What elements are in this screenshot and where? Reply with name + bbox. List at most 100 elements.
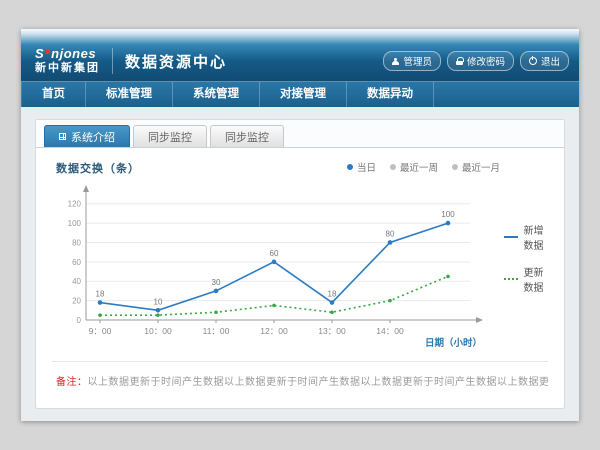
tab-sync-monitor-1[interactable]: 同步监控: [133, 125, 207, 147]
filter-dot-icon: [452, 164, 458, 170]
y-tick-label: 0: [77, 316, 82, 325]
main-panel: 系统介绍 同步监控 同步监控 数据交换（条） 当日: [35, 119, 565, 409]
data-point: [214, 289, 219, 294]
series-legend: 新增数据 更新数据: [498, 180, 546, 355]
legend-update-data[interactable]: 更新数据: [504, 264, 546, 294]
data-point: [446, 275, 450, 279]
tab-sync-monitor-2-label: 同步监控: [225, 129, 269, 145]
data-point: [446, 221, 451, 226]
logo-red-dot-icon: [45, 49, 50, 54]
data-point: [330, 300, 335, 305]
power-icon: [529, 57, 537, 65]
data-point: [98, 300, 103, 305]
change-password-button[interactable]: 修改密码: [447, 51, 514, 71]
legend-new-data-label: 新增数据: [524, 222, 547, 252]
change-password-label: 修改密码: [467, 54, 505, 68]
filter-dot-icon: [390, 164, 396, 170]
filter-last-month[interactable]: 最近一月: [452, 160, 500, 174]
nav-item-connect-mgmt[interactable]: 对接管理: [260, 82, 347, 107]
x-tick-label: 10：00: [144, 326, 172, 336]
chart-header: 数据交换（条） 当日 最近一周 最近一月: [56, 160, 546, 176]
data-point: [156, 308, 161, 313]
header-divider: [112, 48, 113, 74]
app-window: Snjones 新中新集团 数据资源中心 管理员 修改密码 退出 首页 标准管理…: [21, 29, 579, 421]
footnote-prefix: 备注：: [56, 377, 88, 388]
data-point-label: 100: [441, 210, 455, 219]
content-area: 系统介绍 同步监控 同步监控 数据交换（条） 当日: [21, 107, 579, 421]
admin-button-label: 管理员: [403, 54, 432, 68]
line-chart-svg: 0 20 40 60 80 100 120 9：00 10：00 11：00 12：00 13：00 1…: [56, 180, 498, 350]
series-line-0: [100, 223, 448, 310]
dotted-line-icon: [504, 278, 518, 280]
y-tick-label: 60: [72, 258, 81, 267]
legend-new-data[interactable]: 新增数据: [504, 222, 546, 252]
y-tick-label: 80: [72, 238, 81, 247]
filter-today-label: 当日: [357, 160, 376, 174]
y-tick-label: 40: [72, 277, 81, 286]
data-point: [272, 260, 277, 265]
y-tick-label: 100: [68, 219, 82, 228]
x-axis-title: 日期（小时）: [425, 337, 482, 349]
header-actions: 管理员 修改密码 退出: [383, 51, 569, 71]
filter-last-week[interactable]: 最近一周: [390, 160, 438, 174]
tab-system-intro[interactable]: 系统介绍: [44, 125, 130, 147]
admin-button[interactable]: 管理员: [383, 51, 441, 71]
data-point: [330, 310, 334, 314]
line-chart: 0 20 40 60 80 100 120 9：00 10：00 11：00 12：00 13：00 1…: [56, 180, 498, 355]
data-point-label: 18: [96, 290, 105, 299]
chart-filters: 当日 最近一周 最近一月: [347, 160, 546, 174]
nav-item-home[interactable]: 首页: [21, 82, 86, 107]
filter-today[interactable]: 当日: [347, 160, 376, 174]
footnote-text: 以上数据更新于时间产生数据以上数据更新于时间产生数据以上数据更新于时间产生数据以…: [88, 377, 549, 388]
logo-brand: Snjones: [35, 47, 100, 60]
logout-button[interactable]: 退出: [520, 51, 569, 71]
filter-last-month-label: 最近一月: [462, 160, 500, 174]
nav-item-standard-mgmt[interactable]: 标准管理: [86, 82, 173, 107]
lock-icon: [456, 57, 463, 65]
logo-company-name: 新中新集团: [35, 63, 100, 74]
x-tick-label: 11：00: [203, 326, 230, 336]
footnote: 备注：以上数据更新于时间产生数据以上数据更新于时间产生数据以上数据更新于时间产生…: [52, 361, 548, 399]
solid-line-icon: [504, 236, 518, 238]
data-point-label: 10: [154, 297, 163, 306]
data-point: [156, 313, 160, 317]
y-tick-label: 20: [72, 297, 81, 306]
chart-body: 0 20 40 60 80 100 120 9：00 10：00 11：00 12：00 13：00 1…: [56, 180, 546, 355]
x-tick-label: 12：00: [260, 326, 288, 336]
x-tick-label: 14：00: [376, 326, 404, 336]
logout-label: 退出: [541, 54, 560, 68]
tab-strip: 系统介绍 同步监控 同步监控: [36, 120, 564, 148]
chart-y-axis-title: 数据交换（条）: [56, 160, 140, 176]
data-point-label: 30: [212, 278, 221, 287]
header: Snjones 新中新集团 数据资源中心 管理员 修改密码 退出: [21, 29, 579, 81]
nav-item-system-mgmt[interactable]: 系统管理: [173, 82, 260, 107]
tab-sync-monitor-2[interactable]: 同步监控: [210, 125, 284, 147]
data-point: [214, 310, 218, 314]
grid-icon: [59, 133, 66, 140]
x-tick-label: 9：00: [89, 326, 112, 336]
logo: Snjones 新中新集团: [35, 47, 100, 74]
chart-area: 数据交换（条） 当日 最近一周 最近一月: [36, 148, 564, 355]
filter-last-week-label: 最近一周: [400, 160, 438, 174]
y-tick-label: 120: [68, 200, 82, 209]
data-point: [388, 240, 393, 245]
logo-brand-right: njones: [51, 47, 96, 60]
main-nav: 首页 标准管理 系统管理 对接管理 数据异动: [21, 81, 579, 107]
filter-dot-icon: [347, 164, 353, 170]
data-point: [388, 299, 392, 303]
page-title: 数据资源中心: [125, 51, 227, 72]
data-point: [98, 313, 102, 317]
logo-brand-left: S: [35, 47, 44, 60]
tab-system-intro-label: 系统介绍: [71, 129, 115, 145]
x-tick-label: 13：00: [318, 326, 346, 336]
y-axis-arrow-icon: [83, 185, 89, 192]
tab-sync-monitor-1-label: 同步监控: [148, 129, 192, 145]
data-point-label: 18: [328, 290, 337, 299]
data-point-label: 60: [270, 249, 279, 258]
data-point-label: 80: [386, 229, 395, 238]
user-icon: [392, 58, 399, 65]
legend-update-data-label: 更新数据: [524, 264, 547, 294]
x-axis-arrow-icon: [476, 317, 483, 323]
nav-item-data-change[interactable]: 数据异动: [347, 82, 434, 107]
data-point: [272, 304, 276, 308]
